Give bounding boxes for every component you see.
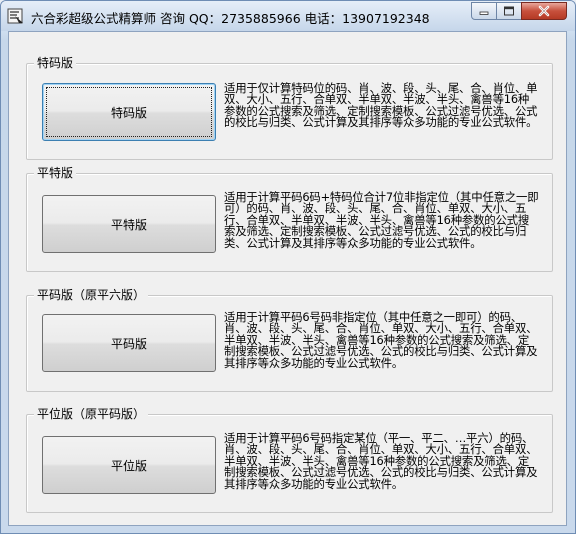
maximize-icon [504, 6, 514, 16]
app-icon [7, 8, 23, 24]
main-panel: 特码版 特码版 适用于仅计算特码位的码、肖、波、段、头、尾、合、肖位、单双、大小… [8, 31, 567, 526]
app-window: 六合彩超级公式精算师 咨询 QQ：2735885966 电话：139071923… [0, 0, 576, 534]
group-pingwei: 平位版（原平码版） 平位版 适用于计算平码6号码指定某位（平一、平二、…平六）的… [26, 406, 553, 513]
minimize-button[interactable] [471, 2, 497, 20]
window-title: 六合彩超级公式精算师 咨询 QQ：2735885966 电话：139071923… [31, 11, 430, 26]
group-title: 平位版（原平码版） [34, 406, 149, 422]
group-tema: 特码版 特码版 适用于仅计算特码位的码、肖、波、段、头、尾、合、肖位、单双、大小… [26, 55, 553, 160]
button-label: 特码版 [110, 105, 147, 120]
button-label: 平位版 [110, 458, 147, 473]
group-description: 适用于仅计算特码位的码、肖、波、段、头、尾、合、肖位、单双、大小、五行、合单双、… [224, 81, 538, 130]
close-icon [538, 5, 550, 17]
group-pingma: 平码版（原平六版） 平码版 适用于计算平码6号码非指定位（其中任意之一即可）的码… [26, 287, 553, 392]
pingte-button[interactable]: 平特版 [42, 195, 216, 253]
pingwei-button[interactable]: 平位版 [42, 436, 216, 494]
group-title: 特码版 [34, 55, 77, 71]
group-title: 平特版 [34, 165, 77, 181]
group-description: 适用于计算平码6码+特码位合计7位非指定位（其中任意之一即可）的码、肖、波、段、… [224, 190, 539, 250]
maximize-button[interactable] [496, 2, 522, 20]
title-bar[interactable]: 六合彩超级公式精算师 咨询 QQ：2735885966 电话：139071923… [1, 1, 575, 31]
group-pingte: 平特版 平特版 适用于计算平码6码+特码位合计7位非指定位（其中任意之一即可）的… [26, 165, 553, 272]
group-description: 适用于计算平码6号码指定某位（平一、平二、…平六）的码、肖、波、段、头、尾、合、… [224, 431, 538, 491]
button-label: 平码版 [110, 336, 147, 351]
button-label: 平特版 [110, 217, 147, 232]
group-title: 平码版（原平六版） [34, 287, 149, 303]
group-description: 适用于计算平码6号码非指定位（其中任意之一即可）的码、肖、波、段、头、尾、合、肖… [224, 310, 538, 370]
tema-button[interactable]: 特码版 [42, 83, 216, 141]
pingma-button[interactable]: 平码版 [42, 314, 216, 372]
minimize-icon [479, 11, 489, 15]
close-button[interactable] [521, 2, 567, 20]
